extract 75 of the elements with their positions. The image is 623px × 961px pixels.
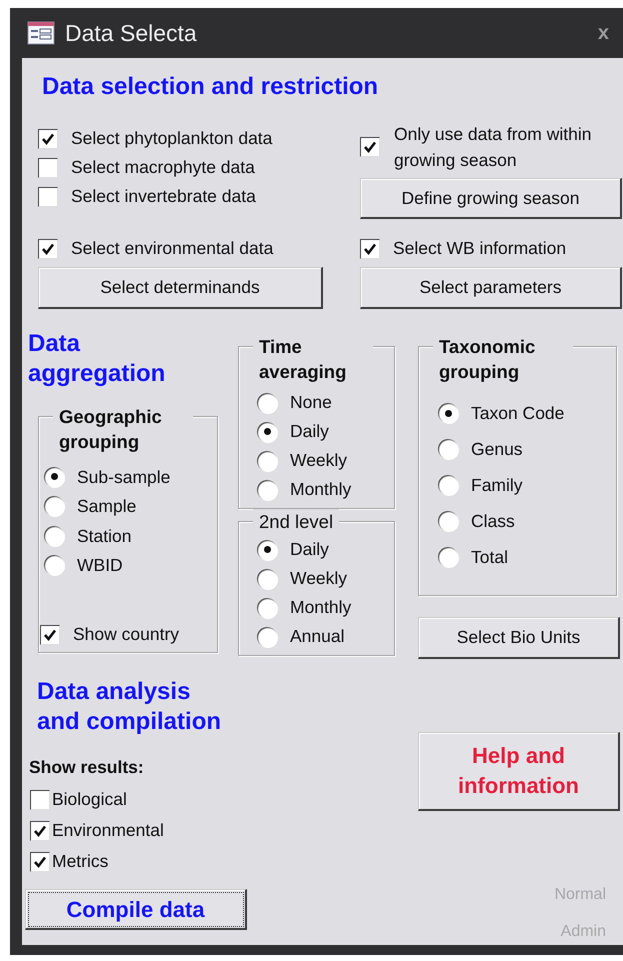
section-heading: Data aggregation	[28, 329, 166, 389]
radio-button[interactable]	[44, 526, 64, 546]
radio-label: Total	[471, 546, 508, 569]
checkmark-icon	[363, 242, 377, 256]
radio-button[interactable]	[438, 547, 458, 567]
radio-button[interactable]	[438, 475, 458, 495]
checkbox-label: Environmental	[52, 819, 164, 842]
radio-label: Weekly	[290, 449, 348, 472]
radio-button[interactable]	[257, 598, 277, 618]
checkmark-icon	[33, 824, 47, 838]
checkbox-label: Only use data from within growing season	[394, 123, 592, 172]
radio-button[interactable]	[257, 540, 277, 560]
checkmark-icon	[41, 132, 55, 146]
radio-label: None	[290, 391, 332, 414]
radio-label: Sub-sample	[77, 466, 170, 489]
checkbox-label: Show country	[73, 623, 180, 646]
checkbox[interactable]	[38, 158, 58, 178]
checkbox-label: Select macrophyte data	[71, 156, 255, 180]
radio-label: Family	[471, 474, 523, 497]
checkbox[interactable]	[38, 186, 58, 206]
close-button[interactable]: x	[598, 23, 609, 43]
checkbox-label: Select invertebrate data	[71, 185, 256, 208]
radio-label: Taxon Code	[471, 402, 564, 425]
radio-label: Weekly	[290, 567, 348, 590]
radio-label: Station	[77, 524, 132, 548]
radio-button[interactable]	[257, 392, 277, 412]
radio-button[interactable]	[438, 511, 458, 531]
radio-button[interactable]	[257, 480, 277, 500]
checkmark-icon	[41, 242, 55, 256]
radio-button[interactable]	[44, 496, 64, 516]
checkbox-label: Select environmental data	[71, 237, 274, 260]
radio-button[interactable]	[44, 466, 64, 487]
radio-label: Class	[471, 510, 515, 533]
mode-label: Admin	[560, 922, 606, 942]
checkbox-label: Select WB information	[393, 237, 566, 260]
section-heading: Data analysis and compilation	[37, 677, 222, 737]
radio-button[interactable]	[257, 422, 277, 442]
radio-label: Monthly	[290, 596, 352, 620]
checkbox[interactable]	[360, 137, 380, 157]
radio-label: Daily	[290, 538, 329, 562]
checkbox[interactable]	[30, 852, 50, 872]
results-label: Show results:	[29, 756, 145, 779]
compile-data-button[interactable]: Compile data	[25, 889, 247, 930]
radio-button[interactable]	[438, 439, 458, 459]
checkbox-label: Select phytoplankton data	[71, 127, 272, 150]
radio-button[interactable]	[257, 568, 277, 588]
checkbox[interactable]	[38, 128, 58, 148]
select-bio-units-button[interactable]: Select Bio Units	[418, 617, 620, 659]
radio-label: Sample	[77, 495, 136, 518]
radio-button[interactable]	[257, 626, 277, 646]
section-heading: Data selection and restriction	[42, 72, 380, 102]
checkbox[interactable]	[38, 238, 58, 258]
radio-button[interactable]	[438, 403, 458, 423]
checkmark-icon	[363, 140, 377, 154]
radio-label: Monthly	[290, 478, 352, 502]
form-icon	[27, 21, 55, 45]
radio-label: WBID	[77, 554, 123, 578]
checkbox[interactable]	[40, 624, 60, 644]
radio-label: Genus	[471, 438, 523, 461]
select-determinands-button[interactable]: Select determinands	[38, 267, 323, 309]
checkbox[interactable]	[30, 820, 50, 840]
radio-label: Annual	[290, 625, 344, 648]
select-parameters-button[interactable]: Select parameters	[360, 267, 622, 309]
checkbox[interactable]	[30, 790, 50, 810]
checkbox-label: Metrics	[52, 850, 108, 874]
checkmark-icon	[43, 628, 57, 642]
checkbox-label: Biological	[52, 788, 127, 812]
radio-button[interactable]	[257, 450, 277, 470]
checkmark-icon	[33, 854, 47, 868]
mode-label: Normal	[554, 885, 606, 905]
checkbox[interactable]	[360, 238, 380, 258]
radio-button[interactable]	[44, 555, 64, 576]
radio-label: Daily	[290, 420, 329, 444]
window-title: Data Selecta	[65, 18, 197, 48]
define-growing-season-button[interactable]: Define growing season	[360, 178, 622, 219]
